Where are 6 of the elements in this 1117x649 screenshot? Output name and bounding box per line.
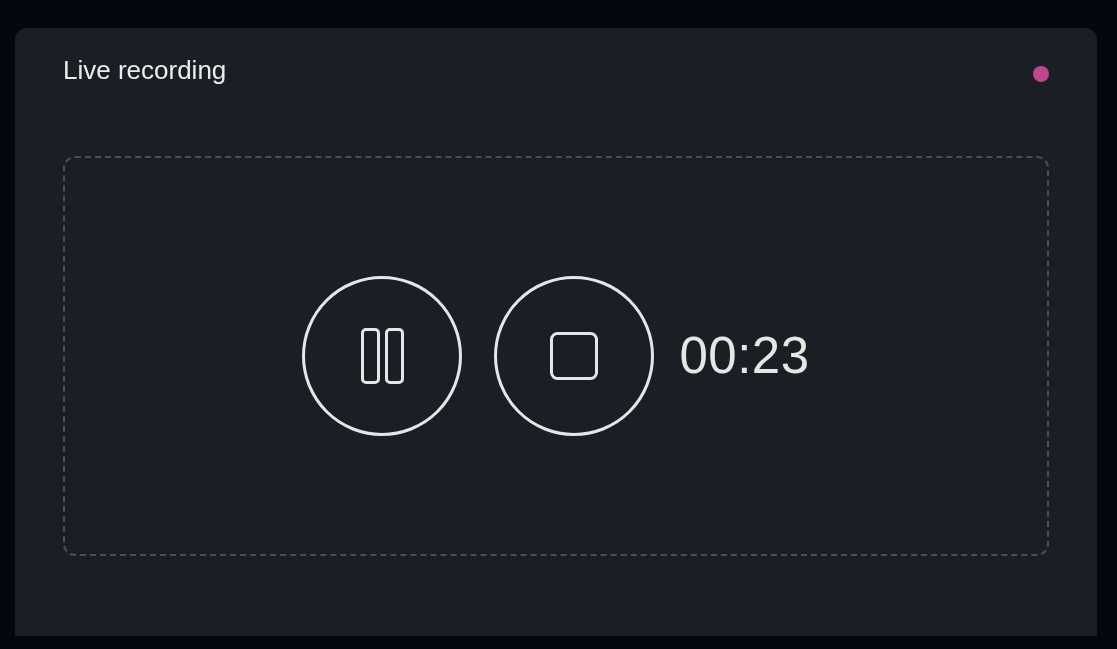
card-title: Live recording	[63, 54, 227, 86]
pause-button[interactable]	[302, 276, 463, 436]
elapsed-time: 00:23	[679, 326, 810, 386]
stop-icon	[550, 332, 599, 380]
pause-icon	[360, 328, 404, 384]
stop-button[interactable]	[494, 276, 655, 436]
